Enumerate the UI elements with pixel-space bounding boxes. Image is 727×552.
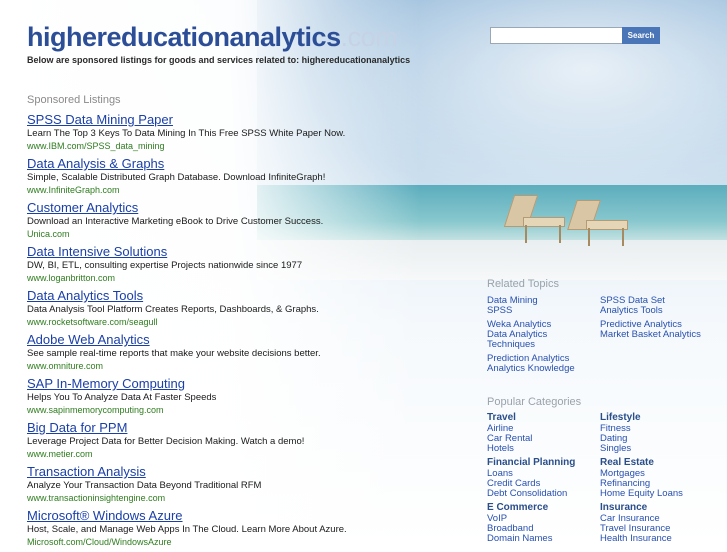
- listing-title-link[interactable]: Big Data for PPM: [27, 420, 467, 436]
- search-button[interactable]: Search: [622, 27, 660, 44]
- listing-description: See sample real-time reports that make y…: [27, 348, 321, 359]
- listing-item: SAP In-Memory Computing Helps You To Anal…: [27, 376, 467, 420]
- related-topic-link[interactable]: Analytics Knowledge: [487, 364, 595, 374]
- listing-item: Customer Analytics Download an Interactiv…: [27, 200, 467, 244]
- search-input[interactable]: [490, 27, 623, 44]
- listing-title-link[interactable]: Transaction Analysis: [27, 464, 467, 480]
- related-topic-link[interactable]: Data Analytics Techniques: [487, 330, 595, 350]
- listing-item: Big Data for PPM Leverage Project Data fo…: [27, 420, 467, 464]
- related-topic-link[interactable]: Market Basket Analytics: [600, 330, 720, 340]
- listing-description: Learn The Top 3 Keys To Data Mining In T…: [27, 128, 346, 139]
- listing-item: Adobe Web Analytics See sample real-time …: [27, 332, 467, 376]
- category-block: Financial Planning Loans Credit Cards De…: [487, 457, 575, 499]
- listing-url-link[interactable]: www.metier.com: [27, 448, 467, 461]
- listing-title-link[interactable]: Customer Analytics: [27, 200, 467, 216]
- category-link[interactable]: Home Equity Loans: [600, 489, 683, 499]
- page-content: highereducationanalytics.com Below are s…: [0, 0, 727, 547]
- listing-description: Download an Interactive Marketing eBook …: [27, 216, 324, 227]
- related-topics-heading: Related Topics: [487, 278, 559, 290]
- listing-item: SPSS Data Mining Paper Learn The Top 3 Ke…: [27, 112, 467, 156]
- related-topics-right: SPSS Data Set Analytics Tools Predictive…: [600, 296, 720, 340]
- sponsored-listings: SPSS Data Mining Paper Learn The Top 3 Ke…: [27, 112, 467, 552]
- category-link[interactable]: Domain Names: [487, 534, 552, 544]
- category-link[interactable]: Hotels: [487, 444, 532, 454]
- listing-description: Simple, Scalable Distributed Graph Datab…: [27, 172, 326, 183]
- sponsored-listings-heading: Sponsored Listings: [27, 94, 121, 106]
- listing-title-link[interactable]: SPSS Data Mining Paper: [27, 112, 467, 128]
- listing-url-link[interactable]: www.sapinmemorycomputing.com: [27, 404, 467, 417]
- category-block: Insurance Car Insurance Travel Insurance…: [600, 502, 672, 544]
- category-block: E Commerce VoIP Broadband Domain Names: [487, 502, 552, 544]
- listing-url-link[interactable]: www.omniture.com: [27, 360, 467, 373]
- logo-tld: .com: [340, 22, 398, 52]
- listing-title-link[interactable]: Data Intensive Solutions: [27, 244, 467, 260]
- listing-url-link[interactable]: www.IBM.com/SPSS_data_mining: [27, 140, 467, 153]
- listing-title-link[interactable]: Adobe Web Analytics: [27, 332, 467, 348]
- listing-item: Transaction Analysis Analyze Your Transac…: [27, 464, 467, 508]
- listing-description: Leverage Project Data for Better Decisio…: [27, 436, 305, 447]
- category-link[interactable]: Debt Consolidation: [487, 489, 575, 499]
- listing-item: Data Intensive Solutions DW, BI, ETL, con…: [27, 244, 467, 288]
- listing-description: Analyze Your Transaction Data Beyond Tra…: [27, 480, 262, 491]
- category-block: Lifestyle Fitness Dating Singles: [600, 412, 641, 454]
- listing-item: Microsoft® Windows Azure Host, Scale, and…: [27, 508, 467, 552]
- listing-title-link[interactable]: Data Analytics Tools: [27, 288, 467, 304]
- related-topics-left: Data Mining SPSS Weka Analytics Data Ana…: [487, 296, 595, 374]
- category-block: Travel Airline Car Rental Hotels: [487, 412, 532, 454]
- listing-url-link[interactable]: Microsoft.com/Cloud/WindowsAzure: [27, 536, 467, 549]
- listing-description: DW, BI, ETL, consulting expertise Projec…: [27, 260, 303, 271]
- listing-url-link[interactable]: www.transactioninsightengine.com: [27, 492, 467, 505]
- listing-description: Data Analysis Tool Platform Creates Repo…: [27, 304, 319, 315]
- related-topic-link[interactable]: SPSS: [487, 306, 595, 316]
- listing-item: Data Analysis & Graphs Simple, Scalable D…: [27, 156, 467, 200]
- category-block: Real Estate Mortgages Refinancing Home E…: [600, 457, 683, 499]
- category-link[interactable]: Singles: [600, 444, 641, 454]
- listing-url-link[interactable]: www.InfiniteGraph.com: [27, 184, 467, 197]
- listing-item: Data Analytics Tools Data Analysis Tool P…: [27, 288, 467, 332]
- listing-title-link[interactable]: Data Analysis & Graphs: [27, 156, 467, 172]
- logo-main: highereducationanalytics: [27, 22, 341, 52]
- listing-url-link[interactable]: www.rocketsoftware.com/seagull: [27, 316, 467, 329]
- listing-title-link[interactable]: Microsoft® Windows Azure: [27, 508, 467, 524]
- site-logo[interactable]: highereducationanalytics.com: [27, 22, 398, 53]
- category-link[interactable]: Health Insurance: [600, 534, 672, 544]
- listing-url-link[interactable]: www.loganbritton.com: [27, 272, 467, 285]
- tagline: Below are sponsored listings for goods a…: [27, 55, 411, 65]
- popular-categories-heading: Popular Categories: [487, 396, 582, 408]
- related-topic-link[interactable]: Analytics Tools: [600, 306, 720, 316]
- listing-description: Host, Scale, and Manage Web Apps In The …: [27, 524, 347, 535]
- listing-title-link[interactable]: SAP In-Memory Computing: [27, 376, 467, 392]
- listing-description: Helps You To Analyze Data At Faster Spee…: [27, 392, 217, 403]
- listing-url-link[interactable]: Unica.com: [27, 228, 467, 241]
